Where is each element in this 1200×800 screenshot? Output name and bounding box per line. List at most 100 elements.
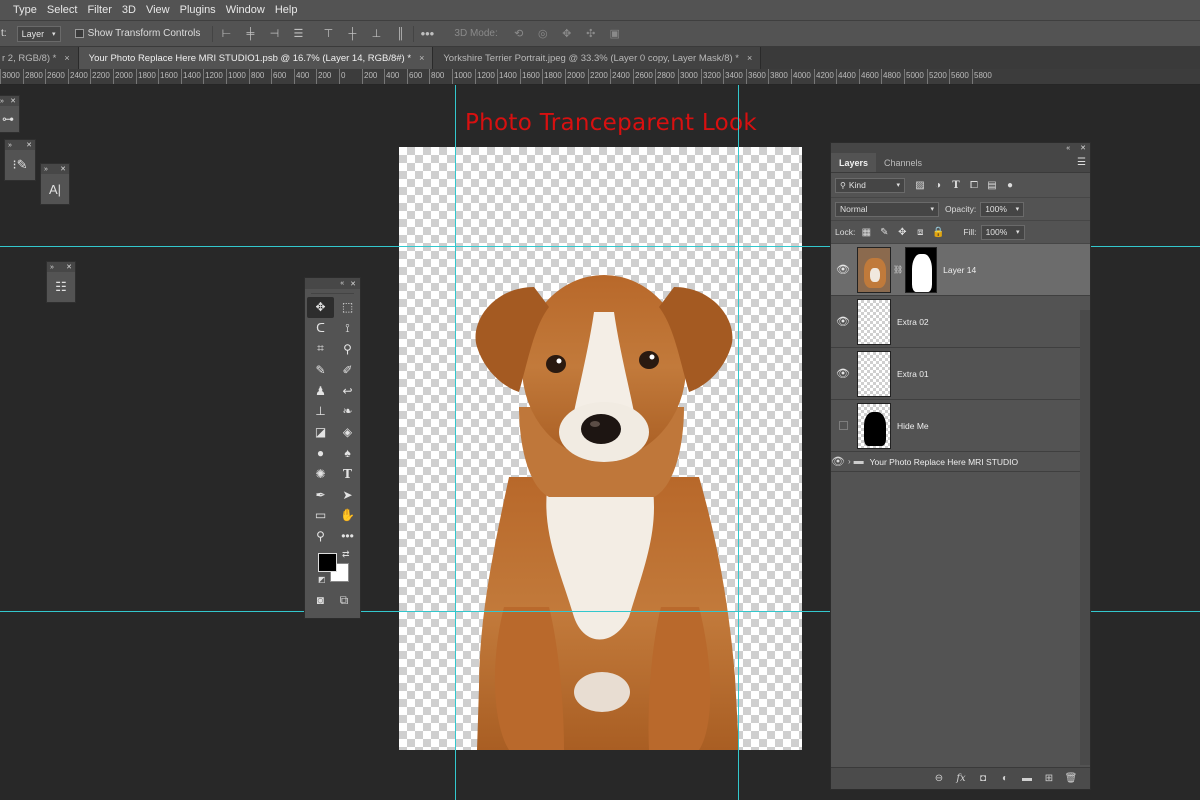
align-middle-icon[interactable]: ┼ (345, 28, 359, 40)
crop-tool-icon[interactable]: ⌗ (307, 339, 334, 360)
guide-vertical[interactable] (738, 85, 739, 800)
marquee-tool-icon[interactable]: ⬚ (334, 297, 361, 318)
delete-layer-icon[interactable]: 🗑 (1064, 773, 1078, 784)
collapse-icon[interactable]: » (44, 166, 48, 173)
rectangle-tool-icon[interactable]: ▭ (307, 505, 334, 526)
collapse-icon[interactable]: » (0, 98, 4, 105)
pen-tool-icon[interactable]: ✒ (307, 484, 334, 505)
collapse-icon[interactable]: » (50, 264, 54, 271)
filter-type-icon[interactable]: T (949, 180, 963, 191)
slide-3d-icon[interactable]: ✣ (584, 28, 598, 40)
history-brush-tool-icon[interactable]: ↩ (334, 380, 361, 401)
visibility-eye-icon[interactable]: 👁 (831, 367, 855, 380)
lock-transparent-icon[interactable]: ▦ (859, 227, 873, 238)
new-group-icon[interactable]: ▬ (1020, 773, 1034, 784)
close-icon[interactable]: ✕ (66, 263, 72, 271)
lock-image-icon[interactable]: ✎ (877, 227, 891, 238)
filter-kind-dropdown[interactable]: ⚲ Kind ▾ (835, 177, 905, 193)
stamp-tool-icon[interactable]: ⊥ (307, 401, 334, 422)
hand-tool-icon[interactable]: ✋ (334, 505, 361, 526)
close-icon[interactable]: ✕ (350, 280, 356, 288)
art-history-tool-icon[interactable]: ❧ (334, 401, 361, 422)
distribute-vertical-icon[interactable]: ║ (393, 28, 407, 40)
document-canvas[interactable] (399, 147, 802, 750)
more-options-icon[interactable]: ••• (420, 27, 435, 40)
visibility-eye-icon[interactable]: 👁 (831, 455, 845, 468)
menu-item-3d[interactable]: 3D (117, 0, 141, 20)
filter-toggle-icon[interactable]: ● (1003, 180, 1017, 191)
auto-select-dropdown[interactable]: Layer ▾ (16, 25, 61, 42)
menu-item-select[interactable]: Select (42, 0, 83, 20)
collapse-icon[interactable]: « (340, 280, 344, 287)
menu-item-view[interactable]: View (141, 0, 175, 20)
align-top-icon[interactable]: ⊤ (321, 28, 335, 40)
brush-settings-icon[interactable]: ⁝✎ (5, 150, 35, 180)
blend-mode-dropdown[interactable]: Normal ▾ (835, 201, 939, 217)
character-panel-icon[interactable]: A| (41, 174, 69, 204)
path-select-tool-icon[interactable]: ➤ (334, 484, 361, 505)
visibility-toggle-off[interactable] (839, 421, 848, 430)
filter-pixel-icon[interactable]: ▨ (913, 180, 927, 191)
menu-item-window[interactable]: Window (221, 0, 270, 20)
link-layers-icon[interactable]: ⊖ (932, 773, 946, 784)
screen-mode-icon[interactable]: ⧉ (340, 593, 349, 608)
menu-item-filter[interactable]: Filter (82, 0, 116, 20)
layer-mask-thumbnail[interactable] (905, 246, 938, 293)
layer-row[interactable]: 👁 Extra 02 (831, 296, 1090, 348)
expand-chevron-icon[interactable]: › (848, 457, 851, 466)
clone-stamp-tool-icon[interactable]: ♟ (307, 380, 334, 401)
fx-icon[interactable]: fx (954, 773, 968, 784)
opacity-field[interactable]: 100% ▾ (980, 201, 1025, 217)
foreground-color-swatch[interactable] (318, 552, 337, 572)
sponge-tool-icon[interactable]: ✺ (307, 463, 334, 484)
default-colors-icon[interactable]: ◩ (318, 575, 326, 584)
filter-shape-icon[interactable]: ⧠ (967, 180, 981, 191)
layer-row[interactable]: Hide Me (831, 400, 1090, 452)
scale-3d-icon[interactable]: ▣ (608, 28, 622, 40)
close-icon[interactable]: ✕ (10, 97, 16, 105)
layer-row[interactable]: 👁 Extra 01 (831, 348, 1090, 400)
align-right-icon[interactable]: ⊣ (267, 28, 281, 40)
lock-artboard-icon[interactable]: ⧈ (913, 227, 927, 238)
visibility-eye-icon[interactable]: 👁 (831, 315, 855, 328)
brush-tool-icon[interactable]: ✐ (334, 359, 361, 380)
more-tools-icon[interactable]: ••• (334, 526, 361, 547)
lock-all-icon[interactable]: 🔒 (931, 227, 945, 238)
collapse-icon[interactable]: » (8, 142, 12, 149)
panel-menu-icon[interactable]: ☰ (1077, 153, 1090, 172)
tab-document-3[interactable]: Yorkshire Terrier Portrait.jpeg @ 33.3% … (433, 47, 762, 69)
paint-bucket-tool-icon[interactable]: ◈ (334, 422, 361, 443)
align-center-icon[interactable]: ╪ (243, 28, 257, 40)
visibility-eye-icon[interactable]: 👁 (831, 263, 855, 276)
close-icon[interactable]: × (419, 53, 424, 63)
close-icon[interactable]: × (747, 53, 752, 63)
blur-tool-icon[interactable]: ● (307, 443, 334, 464)
chain-link-icon[interactable]: ⛓ (893, 265, 903, 274)
new-layer-icon[interactable]: ⊞ (1042, 773, 1056, 784)
lasso-tool-icon[interactable]: ᑕ (307, 318, 334, 339)
spot-healing-tool-icon[interactable]: ✎ (307, 359, 334, 380)
guide-vertical[interactable] (455, 85, 456, 800)
tab-channels[interactable]: Channels (876, 153, 930, 172)
sliders-icon[interactable]: ☷ (47, 272, 75, 302)
menu-item-help[interactable]: Help (270, 0, 303, 20)
show-transform-checkbox[interactable]: Show Transform Controls (74, 28, 200, 39)
tab-document-1[interactable]: r 2, RGB/8) * × (0, 47, 79, 69)
fill-field[interactable]: 100% ▾ (980, 224, 1025, 240)
add-mask-icon[interactable]: ◘ (976, 773, 990, 784)
quick-select-tool-icon[interactable]: ⟟ (334, 318, 361, 339)
scrollbar[interactable] (1080, 310, 1090, 765)
close-icon[interactable]: × (64, 53, 69, 63)
tab-document-active[interactable]: Your Photo Replace Here MRI STUDIO1.psb … (78, 47, 434, 69)
dodge-tool-icon[interactable]: ♠ (334, 443, 361, 464)
pan-3d-icon[interactable]: ✥ (560, 28, 574, 40)
lock-position-icon[interactable]: ✥ (895, 227, 909, 238)
filter-smart-object-icon[interactable]: ▤ (985, 180, 999, 191)
align-left-icon[interactable]: ⊢ (219, 28, 233, 40)
move-tool-icon[interactable]: ✥ (307, 297, 334, 318)
adjust-icon[interactable]: ⊶ (0, 106, 19, 132)
swap-colors-icon[interactable]: ⇄ (342, 549, 350, 560)
layer-group-row[interactable]: 👁 › ▬ Your Photo Replace Here MRI STUDIO (831, 452, 1090, 472)
quick-mask-icon[interactable]: ◙ (317, 593, 324, 608)
eraser-tool-icon[interactable]: ◪ (307, 422, 334, 443)
